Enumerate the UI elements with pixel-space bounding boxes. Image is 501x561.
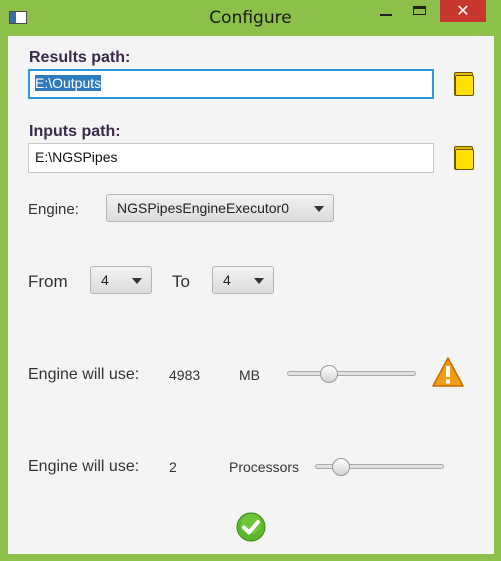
- processors-label: Engine will use:: [28, 458, 140, 475]
- close-icon: ✕: [456, 1, 470, 20]
- engine-label: Engine:: [28, 201, 79, 218]
- checkmark-icon[interactable]: [236, 512, 266, 542]
- inputs-path-value: E:\NGSPipes: [35, 149, 118, 165]
- memory-unit: MB: [239, 367, 260, 383]
- folder-icon[interactable]: [454, 146, 474, 170]
- chevron-down-icon: [314, 206, 324, 212]
- results-path-label: Results path:: [29, 49, 131, 66]
- inputs-path-label: Inputs path:: [29, 123, 121, 140]
- engine-selected-value: NGSPipesEngineExecutor0: [117, 200, 289, 216]
- to-select[interactable]: 4: [212, 266, 274, 294]
- memory-slider[interactable]: [287, 365, 416, 383]
- to-label: To: [172, 272, 190, 291]
- inputs-path-input[interactable]: E:\NGSPipes: [28, 143, 434, 173]
- processors-value: 2: [169, 459, 177, 475]
- from-label: From: [28, 272, 68, 291]
- to-selected-value: 4: [223, 272, 231, 288]
- minimize-button[interactable]: [373, 0, 399, 22]
- results-path-input[interactable]: E:\Outputs: [28, 69, 434, 99]
- folder-icon[interactable]: [454, 72, 474, 96]
- slider-track: [287, 371, 416, 376]
- configure-window: Configure ✕ Results path: E:\Outputs Inp…: [0, 0, 501, 561]
- results-path-value: E:\Outputs: [35, 75, 102, 91]
- slider-thumb[interactable]: [320, 365, 339, 383]
- chevron-down-icon: [132, 278, 142, 284]
- memory-label: Engine will use:: [28, 366, 140, 383]
- maximize-button[interactable]: [403, 0, 435, 22]
- from-selected-value: 4: [101, 272, 109, 288]
- engine-select[interactable]: NGSPipesEngineExecutor0: [106, 194, 334, 222]
- warning-icon: [432, 357, 464, 387]
- slider-thumb[interactable]: [331, 458, 350, 476]
- memory-value: 4983: [169, 367, 201, 383]
- chevron-down-icon: [254, 278, 264, 284]
- processors-unit: Processors: [229, 459, 300, 475]
- close-button[interactable]: ✕: [440, 0, 486, 22]
- from-select[interactable]: 4: [90, 266, 152, 294]
- processors-slider[interactable]: [315, 458, 444, 476]
- title-bar[interactable]: Configure ✕: [0, 0, 501, 36]
- dialog-content: Results path: E:\Outputs Inputs path: E:…: [8, 36, 494, 554]
